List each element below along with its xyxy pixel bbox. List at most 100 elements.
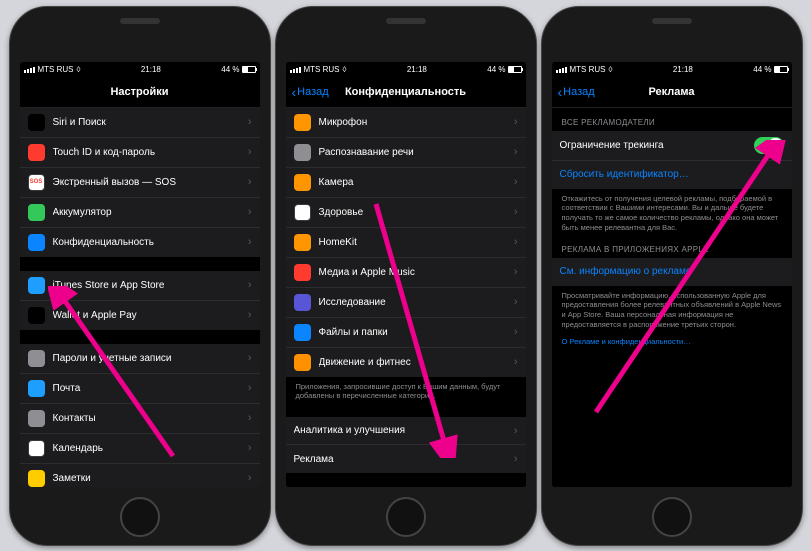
chevron-right-icon: › [514,356,518,368]
siri-icon [28,114,45,131]
chevron-right-icon: › [248,206,252,218]
chevron-right-icon: › [514,236,518,248]
row-homekit[interactable]: HomeKit › [286,228,526,258]
row-label: Touch ID и код-пароль [53,147,244,158]
home-button[interactable] [652,497,692,537]
row-touch-id[interactable]: Touch ID и код-пароль › [20,138,260,168]
page-title: Настройки [20,86,260,98]
row-wallet[interactable]: Wallet и Apple Pay › [20,301,260,330]
chevron-right-icon: › [248,279,252,291]
chevron-right-icon: › [248,309,252,321]
status-bar: MTS RUS ◊ 21:18 44 % [286,62,526,78]
files-icon [294,324,311,341]
row-label: Файлы и папки [319,327,510,338]
privacy-icon [28,234,45,251]
calendar-icon [28,440,45,457]
row-calendar[interactable]: Календарь › [20,434,260,464]
section-header: РЕКЛАМА В ПРИЛОЖЕНИЯХ APPLE [552,235,792,258]
row-contacts[interactable]: Контакты › [20,404,260,434]
row-motion[interactable]: Движение и фитнес › [286,348,526,377]
row-reset-identifier[interactable]: Сбросить идентификатор… [552,161,792,189]
battery-percent: 44 % [221,65,239,74]
chevron-right-icon: › [248,412,252,424]
chevron-right-icon: › [514,146,518,158]
row-research[interactable]: Исследование › [286,288,526,318]
research-icon [294,294,311,311]
row-privacy[interactable]: Конфиденциальность › [20,228,260,257]
back-button[interactable]: ‹ Назад [292,86,329,98]
row-label: Экстренный вызов — SOS [53,177,244,188]
microphone-icon [294,114,311,131]
row-label: Календарь [53,443,244,454]
row-label: Реклама [294,454,510,465]
row-label: Wallet и Apple Pay [53,310,244,321]
row-notes[interactable]: Заметки› [20,464,260,487]
phone-privacy: MTS RUS ◊ 21:18 44 % ‹ Назад Конфиденциа… [275,6,537,546]
row-advertising[interactable]: Реклама › [286,445,526,473]
row-label: Медиа и Apple Music [319,267,510,278]
status-bar: MTS RUS ◊ 21:18 44 % [20,62,260,78]
chevron-right-icon: › [248,236,252,248]
sos-icon: SOS [28,174,45,191]
health-icon [294,204,311,221]
home-button[interactable] [386,497,426,537]
row-label: См. информацию о рекламе [560,266,784,277]
row-speech[interactable]: Распознавание речи› [286,138,526,168]
row-limit-tracking[interactable]: Ограничение трекинга [552,131,792,161]
notes-icon [28,470,45,487]
battery-icon [242,66,256,73]
footer-text: Приложения, запросившие доступ к Вашим д… [286,377,526,404]
row-camera[interactable]: Камера › [286,168,526,198]
row-label: HomeKit [319,237,510,248]
row-passwords[interactable]: Пароли и учетные записи › [20,344,260,374]
row-label: Конфиденциальность [53,237,244,248]
speech-icon [294,144,311,161]
chevron-right-icon: › [514,453,518,465]
row-sos[interactable]: SOS Экстренный вызов — SOS › [20,168,260,198]
footer-text: Просматривайте информацию, использованну… [552,286,792,332]
row-siri[interactable]: Siri и Поиск› [20,108,260,138]
carrier: MTS RUS [304,65,340,74]
chevron-right-icon: › [514,425,518,437]
row-label: Камера [319,177,510,188]
row-microphone[interactable]: Микрофон› [286,108,526,138]
row-label: Пароли и учетные записи [53,353,244,364]
back-label: Назад [563,86,595,98]
chevron-right-icon: › [248,352,252,364]
row-media[interactable]: Медиа и Apple Music› [286,258,526,288]
battery-icon [774,66,788,73]
row-label: Контакты [53,413,244,424]
battery-icon [28,204,45,221]
row-files[interactable]: Файлы и папки › [286,318,526,348]
row-analytics[interactable]: Аналитика и улучшения › [286,417,526,445]
chevron-right-icon: › [514,176,518,188]
phone-advertising: MTS RUS ◊ 21:18 44 % ‹ Назад Реклама ВСЕ… [541,6,803,546]
row-mail[interactable]: Почта› [20,374,260,404]
row-label: Микрофон [319,117,510,128]
signal-icon [24,67,35,73]
row-label: Аналитика и улучшения [294,425,510,436]
privacy-link[interactable]: О Рекламе и конфиденциальности… [552,332,792,349]
chevron-right-icon: › [248,176,252,188]
row-label: Аккумулятор [53,207,244,218]
chevron-right-icon: › [514,296,518,308]
row-label: Здоровье [319,207,510,218]
row-label: Siri и Поиск [53,117,244,128]
row-battery[interactable]: Аккумулятор › [20,198,260,228]
back-button[interactable]: ‹ Назад [558,86,595,98]
battery-percent: 44 % [753,65,771,74]
row-itunes[interactable]: iTunes Store и App Store› [20,271,260,301]
passwords-icon [28,350,45,367]
chevron-right-icon: › [514,326,518,338]
home-button[interactable] [120,497,160,537]
row-ad-info[interactable]: См. информацию о рекламе [552,258,792,286]
clock: 21:18 [80,65,221,74]
chevron-right-icon: › [248,146,252,158]
toggle-switch[interactable] [754,137,784,154]
row-health[interactable]: Здоровье› [286,198,526,228]
clock: 21:18 [612,65,753,74]
chevron-right-icon: › [248,442,252,454]
row-label: Движение и фитнес [319,357,510,368]
nav-bar: Настройки [20,78,260,108]
row-label: Исследование [319,297,510,308]
